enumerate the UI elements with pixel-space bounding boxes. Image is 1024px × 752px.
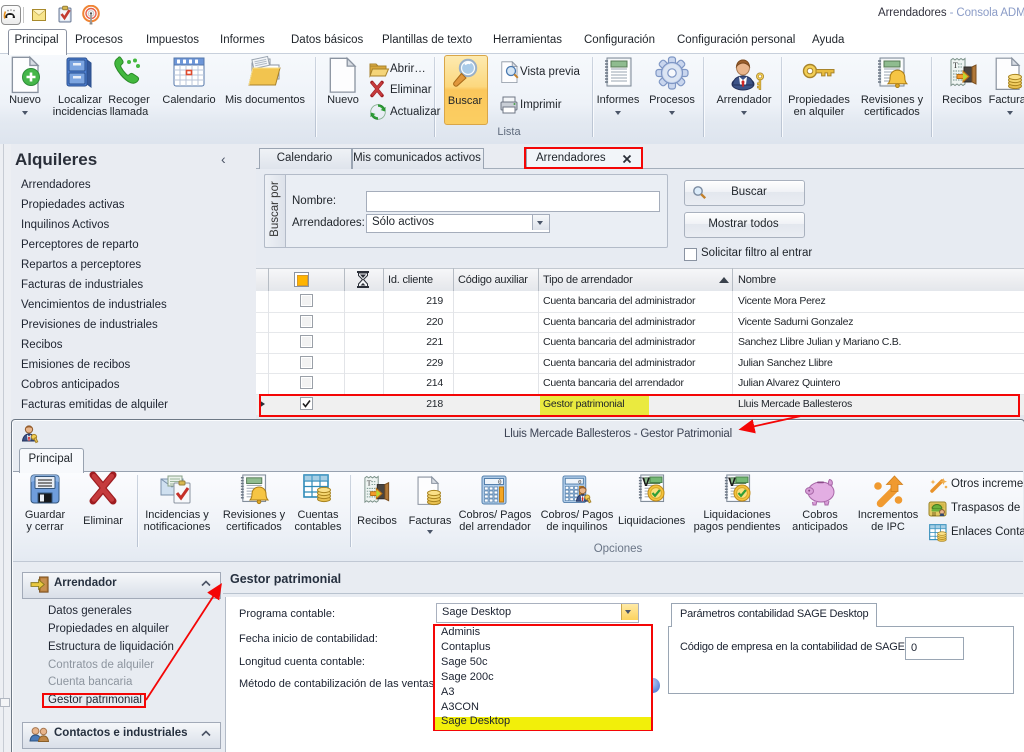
- svg-text:V: V: [728, 475, 736, 489]
- svg-text:V: V: [642, 475, 650, 489]
